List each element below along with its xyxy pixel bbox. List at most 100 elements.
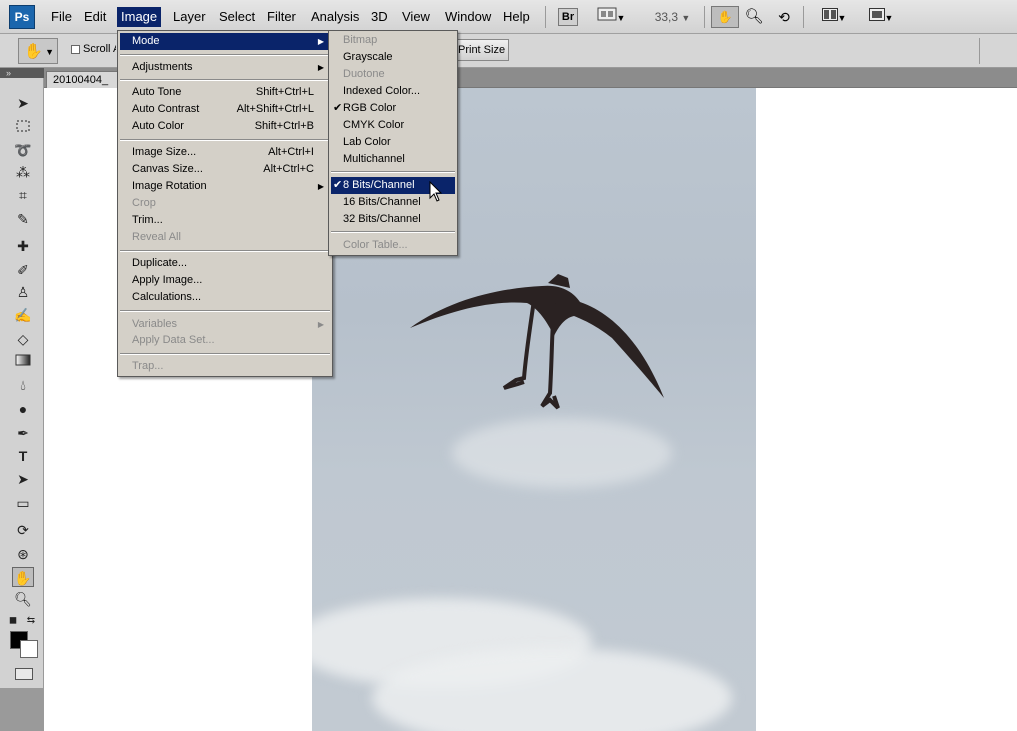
menu-item-label: Canvas Size...	[132, 163, 203, 175]
menu-item-calculations[interactable]: Calculations...	[120, 289, 330, 306]
bridge-button[interactable]: Br	[558, 8, 578, 26]
document-tab[interactable]: 20100404_	[46, 71, 126, 88]
menu-item-auto-contrast[interactable]: Auto Contrast Alt+Shift+Ctrl+L	[120, 101, 330, 118]
menu-item-trim[interactable]: Trim...	[120, 212, 330, 229]
menu-item-duplicate[interactable]: Duplicate...	[120, 255, 330, 272]
menu-file[interactable]: File	[47, 7, 76, 27]
menu-item-image-rotation[interactable]: Image Rotation ▶	[120, 178, 330, 195]
menu-item-variables[interactable]: Variables ▶	[120, 316, 330, 333]
chevron-down-icon: ▼	[837, 13, 847, 23]
menu-item-apply-image[interactable]: Apply Image...	[120, 272, 330, 289]
menu-item-mode[interactable]: Mode ▶	[120, 33, 330, 50]
pen-tool-icon[interactable]: ✒	[12, 423, 34, 443]
menu-item-multichannel[interactable]: Multichannel	[331, 151, 455, 168]
menu-item-lab-color[interactable]: Lab Color	[331, 134, 455, 151]
menu-item-duotone[interactable]: Duotone	[331, 66, 455, 83]
menu-item-auto-tone[interactable]: Auto Tone Shift+Ctrl+L	[120, 84, 330, 101]
hand-tool-button[interactable]: ✋	[711, 6, 739, 28]
tools-panel-collapse-bar[interactable]: »	[0, 68, 44, 78]
menu-edit[interactable]: Edit	[80, 7, 110, 27]
submenu-arrow-icon: ▶	[317, 182, 324, 191]
menu-item-image-size[interactable]: Image Size... Alt+Ctrl+I	[120, 144, 330, 161]
checkmark-icon: ✔	[333, 102, 343, 114]
menu-analysis[interactable]: Analysis	[307, 7, 363, 27]
mini-bridge-button[interactable]: ▼	[594, 7, 628, 27]
menu-item-cmyk-color[interactable]: CMYK Color	[331, 117, 455, 134]
crop-tool-icon[interactable]: ⌗	[12, 185, 34, 205]
menu-layer[interactable]: Layer	[169, 7, 210, 27]
3d-orbit-tool-icon[interactable]: ⊛	[12, 544, 34, 564]
background-color-swatch[interactable]	[20, 640, 38, 658]
menu-item-reveal-all[interactable]: Reveal All	[120, 229, 330, 246]
lasso-tool-icon[interactable]: ➰	[12, 140, 34, 160]
3d-rotate-tool-icon[interactable]: ⟳	[12, 520, 34, 540]
menu-window[interactable]: Window	[441, 7, 495, 27]
submenu-arrow-icon: ▶	[317, 320, 324, 329]
menu-select[interactable]: Select	[215, 7, 259, 27]
type-tool-icon[interactable]: T	[12, 446, 34, 466]
zoom-level-select[interactable]: 33,3 ▼	[650, 7, 695, 27]
gradient-tool-icon[interactable]	[12, 351, 34, 371]
menu-filter[interactable]: Filter	[263, 7, 300, 27]
tool-preset-picker[interactable]: ✋ ▼	[18, 38, 58, 64]
filmstrip-icon	[597, 7, 617, 21]
photoshop-logo: Ps	[9, 5, 35, 29]
menu-view[interactable]: View	[398, 7, 434, 27]
zoom-tool-icon[interactable]: 🔍︎	[12, 589, 34, 609]
menu-item-label: Grayscale	[343, 51, 393, 63]
menu-item-label: Duotone	[343, 68, 385, 80]
menu-item-crop[interactable]: Crop	[120, 195, 330, 212]
clone-stamp-tool-icon[interactable]: ♙	[12, 282, 34, 302]
blur-tool-icon[interactable]: 💧︎	[12, 375, 34, 395]
scroll-all-windows-label: Scroll All Windows	[83, 43, 116, 55]
menu-item-indexed-color[interactable]: Indexed Color...	[331, 83, 455, 100]
scroll-all-windows-checkbox[interactable]	[71, 45, 80, 54]
menu-item-bitmap[interactable]: Bitmap	[331, 32, 455, 49]
chevron-down-icon: ▼	[681, 13, 691, 23]
eyedropper-tool-icon[interactable]: ✎	[12, 209, 34, 229]
swap-colors-icon[interactable]: ⇆	[24, 611, 38, 631]
menu-item-color-table[interactable]: Color Table...	[331, 237, 455, 254]
menu-item-32-bits-channel[interactable]: 32 Bits/Channel	[331, 211, 455, 228]
shape-tool-icon[interactable]: ▭	[12, 493, 34, 513]
path-selection-tool-icon[interactable]: ➤	[12, 469, 34, 489]
menu-item-label: RGB Color	[343, 102, 397, 114]
arrange-documents-button[interactable]: ▼	[817, 7, 851, 27]
zoom-tool-button[interactable]: 🔍︎	[744, 7, 764, 27]
menu-item-auto-color[interactable]: Auto Color Shift+Ctrl+B	[120, 118, 330, 135]
menu-item-label: Auto Contrast	[132, 103, 200, 115]
menu-3d[interactable]: 3D	[367, 7, 392, 27]
menu-image[interactable]: Image	[117, 7, 162, 27]
options-bar-separator	[979, 38, 980, 64]
menu-item-label: Auto Tone	[132, 86, 182, 98]
menu-separator	[120, 310, 330, 312]
quick-mask-button[interactable]	[15, 668, 33, 680]
print-size-button[interactable]: Print Size	[449, 39, 509, 61]
hand-tool-icon[interactable]: ✋	[12, 567, 34, 587]
quick-selection-tool-icon[interactable]: ⁂	[12, 162, 34, 182]
menu-bar-separator	[545, 6, 546, 28]
healing-brush-tool-icon[interactable]: ✚	[12, 236, 34, 256]
eraser-tool-icon[interactable]: ◇	[12, 329, 34, 349]
menu-item-trap[interactable]: Trap...	[120, 358, 330, 375]
rotate-view-button[interactable]: ⟲	[774, 7, 794, 27]
marquee-tool-icon[interactable]	[12, 117, 34, 137]
menu-item-apply-data-set[interactable]: Apply Data Set...	[120, 332, 330, 349]
screen-mode-button[interactable]: ▼	[864, 7, 898, 27]
arrange-layout-icon	[821, 8, 838, 21]
default-colors-icon[interactable]: ◼	[6, 611, 20, 631]
menu-item-rgb-color[interactable]: ✔ RGB Color	[331, 100, 455, 117]
history-brush-tool-icon[interactable]: ✍	[12, 305, 34, 325]
menu-item-grayscale[interactable]: Grayscale	[331, 49, 455, 66]
menu-separator	[120, 250, 330, 252]
rotate-view-icon: ⟲	[778, 9, 790, 25]
brush-tool-icon[interactable]: ✐	[12, 260, 34, 280]
menu-item-label: Image Size...	[132, 146, 197, 158]
move-tool-icon[interactable]: ➤	[12, 93, 34, 113]
menu-help[interactable]: Help	[499, 7, 534, 27]
menu-item-canvas-size[interactable]: Canvas Size... Alt+Ctrl+C	[120, 161, 330, 178]
menu-item-adjustments[interactable]: Adjustments ▶	[120, 59, 330, 76]
menu-item-label: Apply Data Set...	[132, 334, 215, 346]
dodge-tool-icon[interactable]: ●	[12, 399, 34, 419]
mouse-cursor-icon	[429, 181, 443, 202]
